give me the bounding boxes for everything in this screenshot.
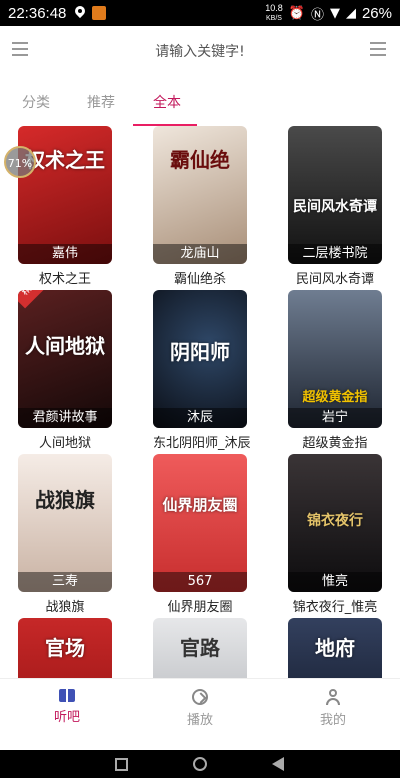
book-author: 惟亮 — [288, 572, 382, 592]
nav-listen[interactable]: 听吧 — [27, 689, 107, 725]
book-card[interactable]: 官路 — [153, 618, 247, 678]
cover-title: 阴阳师 — [170, 340, 230, 364]
book-author: 沐辰 — [153, 408, 247, 428]
book-card[interactable]: 霸仙绝 龙庙山 霸仙绝杀 — [153, 126, 247, 287]
book-cover[interactable]: 官路 — [153, 618, 247, 678]
back-icon[interactable] — [272, 757, 284, 771]
cover-title: 超级黄金指 — [302, 390, 368, 405]
book-cover[interactable]: 精品 人间地狱 君颜讲故事 — [18, 290, 112, 428]
book-author: 龙庙山 — [153, 244, 247, 264]
book-cover[interactable]: 仙界朋友圈 567 — [153, 454, 247, 592]
book-author: 嘉伟 — [18, 244, 112, 264]
book-card[interactable]: 阴阳师 沐辰 东北阴阳师_沐辰 — [153, 290, 251, 451]
book-cover[interactable]: 霸仙绝 龙庙山 — [153, 126, 247, 264]
cover-title: 官路 — [180, 636, 220, 660]
book-cover[interactable]: 超级黄金指 岩宁 — [288, 290, 382, 428]
search-input[interactable]: 请输入关键字! — [0, 41, 400, 61]
book-title[interactable]: 战狼旗 — [18, 596, 112, 615]
list-icon[interactable] — [370, 42, 386, 56]
top-bar: 请输入关键字! — [0, 26, 400, 72]
book-card[interactable]: 战狼旗 三寿 战狼旗 — [18, 454, 112, 615]
speed-value: 10.8 — [265, 2, 283, 13]
book-cover[interactable]: 阴阳师 沐辰 — [153, 290, 247, 428]
nfc-icon: Ⓝ — [310, 7, 324, 23]
book-title[interactable]: 东北阴阳师_沐辰 — [153, 432, 251, 451]
location-icon — [74, 6, 86, 20]
tab-category[interactable]: 分类 — [22, 92, 50, 112]
book-card[interactable]: 仙界朋友圈 567 仙界朋友圈 — [153, 454, 247, 615]
book-card[interactable]: 民间风水奇谭 二层楼书院 民间风水奇谭 — [288, 126, 382, 287]
cover-title: 官场 — [45, 636, 85, 660]
square-icon[interactable] — [115, 758, 128, 771]
book-author: 567 — [153, 572, 247, 592]
book-title[interactable]: 霸仙绝杀 — [153, 268, 247, 287]
book-title[interactable]: 仙界朋友圈 — [153, 596, 247, 615]
book-card[interactable]: 锦衣夜行 惟亮 锦衣夜行_惟亮 — [288, 454, 382, 615]
battery-level: 26% — [361, 4, 392, 22]
book-title[interactable]: 民间风水奇谭 — [288, 268, 382, 287]
app-icon — [92, 6, 107, 20]
book-cover[interactable]: 锦衣夜行 惟亮 — [288, 454, 382, 592]
cover-title: 仙界朋友圈 — [162, 496, 238, 514]
system-nav-bar — [0, 750, 400, 778]
cover-title: 战狼旗 — [35, 488, 95, 512]
book-title[interactable]: 人间地狱 — [18, 432, 112, 451]
cover-title: 锦衣夜行 — [307, 513, 363, 529]
cover-title: 人间地狱 — [25, 334, 105, 358]
book-title[interactable]: 权术之王 — [18, 268, 112, 287]
signal-icon: ◢ — [345, 5, 356, 21]
tab-complete[interactable]: 全本 — [153, 92, 181, 112]
progress-badge[interactable]: 71% — [4, 146, 36, 178]
status-time: 22:36:48 — [8, 4, 67, 22]
book-author: 二层楼书院 — [288, 244, 382, 264]
book-card[interactable]: 超级黄金指 岩宁 超级黄金指 — [288, 290, 382, 451]
bottom-nav: 听吧 播放 我的 — [0, 678, 400, 750]
book-grid: 权术之王 嘉伟 权术之王 霸仙绝 龙庙山 霸仙绝杀 民间风水奇谭 二层楼书院 民… — [0, 126, 400, 678]
book-title[interactable]: 超级黄金指 — [288, 432, 382, 451]
alarm-icon: ⏰ — [288, 5, 305, 21]
premium-tag: 精品 — [18, 290, 52, 309]
tab-bar: 分类 推荐 全本 — [0, 86, 400, 126]
book-cover[interactable]: 权术之王 嘉伟 — [18, 126, 112, 264]
nav-label: 我的 — [319, 713, 346, 728]
user-icon — [325, 689, 341, 705]
book-icon — [59, 689, 75, 702]
book-author: 君颜讲故事 — [18, 408, 112, 428]
tab-recommend[interactable]: 推荐 — [87, 92, 115, 112]
compass-icon — [192, 689, 208, 705]
book-cover[interactable]: 官场 — [18, 618, 112, 678]
nav-label: 播放 — [186, 713, 213, 728]
network-speed: 10.8 KB/S — [265, 2, 283, 23]
book-author: 三寿 — [18, 572, 112, 592]
cover-title: 民间风水奇谭 — [293, 199, 377, 215]
book-cover[interactable]: 民间风水奇谭 二层楼书院 — [288, 126, 382, 264]
wifi-icon: ▼ — [329, 5, 340, 21]
book-title[interactable]: 锦衣夜行_惟亮 — [288, 596, 382, 615]
nav-mine[interactable]: 我的 — [293, 689, 373, 728]
book-cover[interactable]: 战狼旗 三寿 — [18, 454, 112, 592]
status-bar: 22:36:48 10.8 KB/S ⏰ Ⓝ ▼ ◢ 26% — [0, 0, 400, 26]
nav-play[interactable]: 播放 — [160, 689, 240, 728]
book-card[interactable]: 地府 — [288, 618, 382, 678]
book-card[interactable]: 官场 — [18, 618, 112, 678]
home-icon[interactable] — [193, 757, 207, 771]
book-card[interactable]: 权术之王 嘉伟 权术之王 — [18, 126, 112, 287]
book-card[interactable]: 精品 人间地狱 君颜讲故事 人间地狱 — [18, 290, 112, 451]
cover-title: 地府 — [315, 636, 355, 660]
book-cover[interactable]: 地府 — [288, 618, 382, 678]
speed-unit: KB/S — [266, 14, 282, 22]
nav-label: 听吧 — [53, 710, 80, 725]
cover-title: 霸仙绝 — [170, 148, 230, 172]
book-author: 岩宁 — [288, 408, 382, 428]
